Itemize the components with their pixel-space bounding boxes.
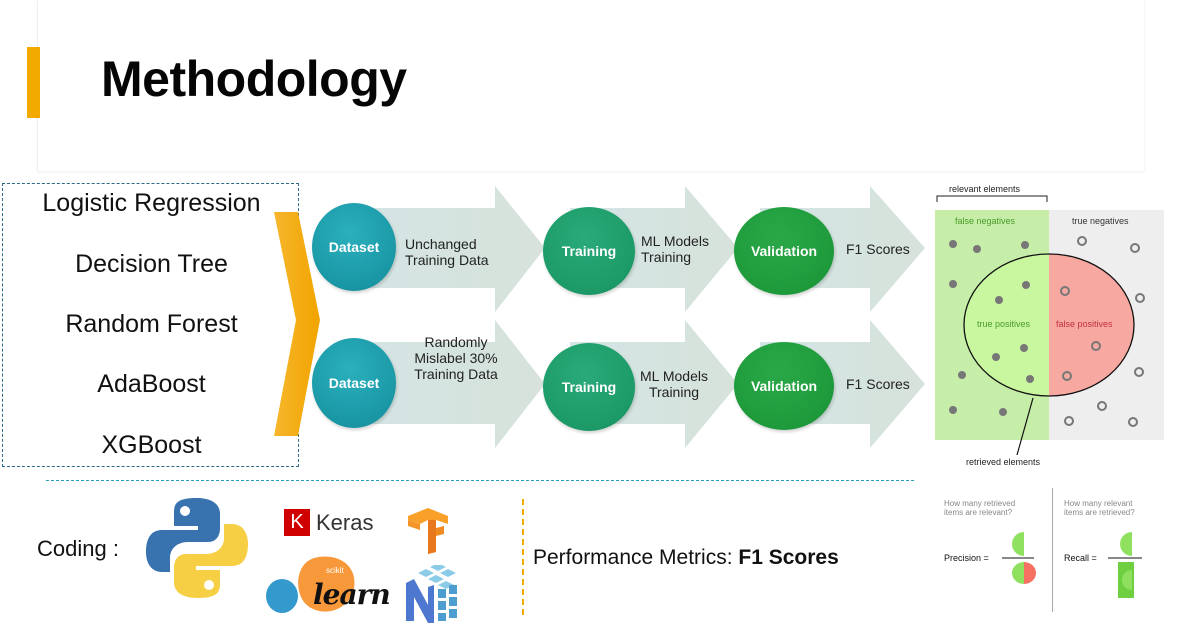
training-description: ML Models Training: [638, 368, 710, 400]
validation-description: F1 Scores: [846, 376, 910, 392]
description-line: Randomly: [424, 334, 488, 350]
dataset-node: Dataset: [312, 338, 396, 428]
numpy-logo-icon: [406, 565, 457, 623]
recall-label: Recall =: [1064, 553, 1097, 563]
performance-prefix: Performance Metrics:: [533, 546, 739, 569]
false-negatives-label: false negatives: [955, 216, 1016, 226]
model-item: Logistic Regression: [42, 189, 261, 217]
description-line: Training Data: [414, 366, 498, 382]
description-line: Unchanged: [405, 236, 477, 252]
retrieved-elements-label: retrieved elements: [966, 457, 1041, 467]
sklearn-scikit-text: scikit: [326, 566, 344, 575]
model-item: XGBoost: [101, 431, 202, 459]
description-line: Training: [641, 249, 692, 265]
precision-question: How many retrieved items are relevant?: [944, 499, 1015, 517]
page-title: Methodology: [101, 51, 407, 107]
recall-fraction-icon: [1108, 532, 1142, 598]
validation-node-label: Validation: [750, 378, 818, 394]
model-item: Decision Tree: [75, 250, 228, 278]
description-line: Training: [648, 384, 700, 400]
question-line: items are relevant?: [944, 508, 1013, 517]
question-line: How many relevant: [1064, 499, 1133, 508]
dataset-node-label: Dataset: [328, 375, 380, 391]
true-positives-label: true positives: [977, 319, 1031, 329]
precision-fraction-icon: [1002, 532, 1036, 584]
description-line: ML Models: [641, 233, 709, 249]
true-negatives-label: true negatives: [1072, 216, 1129, 226]
validation-node: Validation: [734, 207, 834, 295]
precision-recall-divider: [1052, 488, 1053, 612]
python-logo-icon: [146, 498, 248, 598]
dataset-node-label: Dataset: [328, 239, 380, 255]
performance-metrics-text: Performance Metrics: F1 Scores: [533, 546, 839, 570]
validation-node-label: Validation: [750, 243, 818, 259]
validation-node: Validation: [734, 342, 834, 430]
section-divider: [46, 480, 914, 481]
training-description: ML Models Training: [641, 233, 709, 265]
recall-question: How many relevant items are retrieved?: [1064, 499, 1135, 517]
title-accent-bar: [27, 47, 40, 118]
model-item: Random Forest: [65, 310, 238, 338]
keras-label: Keras: [316, 510, 374, 535]
question-line: How many retrieved: [944, 499, 1016, 508]
pipeline-arrows: [340, 186, 925, 448]
dataset-description: Unchanged Training Data: [405, 236, 489, 268]
false-positives-label: false positives: [1056, 319, 1113, 329]
sklearn-learn-text: learn: [313, 578, 391, 611]
dataset-node: Dataset: [312, 203, 396, 291]
vertical-divider: [522, 499, 524, 615]
description-line: Training Data: [405, 252, 489, 268]
training-node-label: Training: [561, 243, 617, 259]
keras-logo-icon: K: [284, 509, 310, 536]
model-item: AdaBoost: [97, 370, 206, 398]
training-node-label: Training: [561, 379, 617, 395]
performance-metric: F1 Scores: [738, 546, 839, 569]
question-line: items are retrieved?: [1064, 508, 1135, 517]
training-node: Training: [543, 207, 635, 295]
dataset-description: Randomly Mislabel 30% Training Data: [405, 334, 507, 382]
relevant-bracket: [936, 195, 1048, 202]
tensorflow-logo-icon: [408, 508, 448, 554]
relevant-elements-label: relevant elements: [949, 184, 1021, 194]
training-node: Training: [543, 343, 635, 431]
coding-label: Coding :: [37, 536, 119, 561]
description-line: ML Models: [640, 368, 708, 384]
description-line: Mislabel 30%: [414, 350, 498, 366]
models-list: Logistic Regression Decision Tree Random…: [2, 183, 299, 467]
precision-label: Precision =: [944, 553, 989, 563]
validation-description: F1 Scores: [846, 241, 910, 257]
